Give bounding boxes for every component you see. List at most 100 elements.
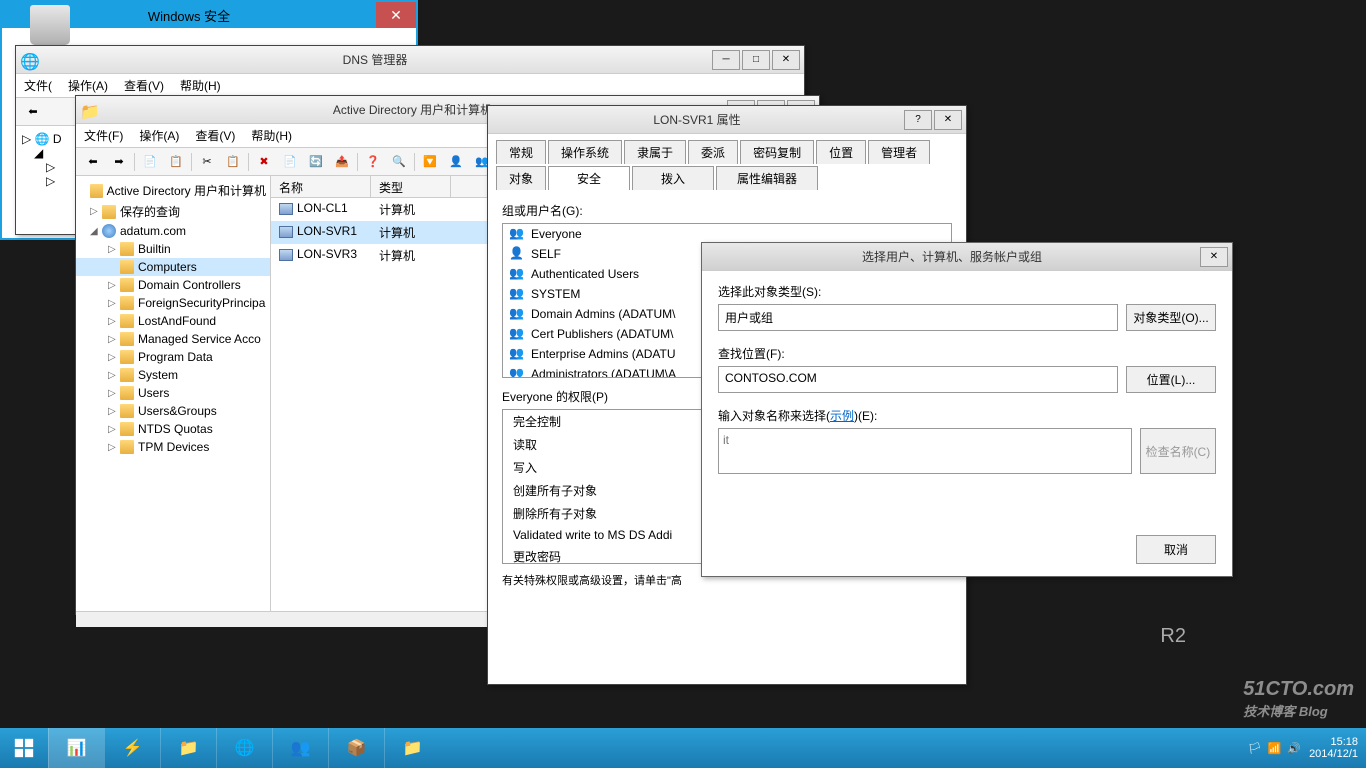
task-explorer[interactable]: 📁 bbox=[160, 728, 216, 768]
refresh-button[interactable]: 🔄 bbox=[304, 151, 328, 173]
user-button[interactable]: 👤 bbox=[444, 151, 468, 173]
task-dns[interactable]: 🌐 bbox=[216, 728, 272, 768]
props-button[interactable]: 📋 bbox=[164, 151, 188, 173]
task-app1[interactable]: 📦 bbox=[328, 728, 384, 768]
menu-view[interactable]: 查看(V) bbox=[195, 127, 235, 144]
cut-button[interactable]: ✂ bbox=[195, 151, 219, 173]
props-titlebar[interactable]: LON-SVR1 属性 ? ✕ bbox=[488, 106, 966, 134]
col-name[interactable]: 名称 bbox=[271, 176, 371, 197]
menu-file[interactable]: 文件( bbox=[24, 77, 52, 94]
tab-location[interactable]: 位置 bbox=[816, 140, 866, 164]
task-server-manager[interactable]: 📊 bbox=[48, 728, 104, 768]
props-tabs-row2: 对象 安全 拨入 属性编辑器 bbox=[488, 166, 966, 192]
taskbar: 📊 ⚡ 📁 🌐 👥 📦 📁 🏳 📶 🔊 15:18 2014/12/1 bbox=[0, 728, 1366, 768]
tree-ntds[interactable]: ▷NTDS Quotas bbox=[76, 420, 270, 438]
props-title: LON-SVR1 属性 bbox=[492, 111, 902, 128]
menu-file[interactable]: 文件(F) bbox=[84, 127, 123, 144]
tree-tpm[interactable]: ▷TPM Devices bbox=[76, 438, 270, 456]
tree-root[interactable]: Active Directory 用户和计算机 bbox=[76, 180, 270, 201]
tray-flag-icon[interactable]: 🏳 bbox=[1248, 742, 1262, 755]
filter-button[interactable]: 🔽 bbox=[418, 151, 442, 173]
copy-button[interactable]: 📋 bbox=[221, 151, 245, 173]
aduc-icon: 📁 bbox=[80, 102, 96, 118]
select-title: 选择用户、计算机、服务帐户或组 bbox=[706, 248, 1198, 265]
task-powershell[interactable]: ⚡ bbox=[104, 728, 160, 768]
aduc-tree[interactable]: Active Directory 用户和计算机 ▷保存的查询 ◢adatum.c… bbox=[76, 176, 271, 611]
location-input: CONTOSO.COM bbox=[718, 366, 1118, 393]
names-label: 输入对象名称来选择(示例)(E): bbox=[718, 407, 1216, 424]
tree-domain[interactable]: ◢adatum.com bbox=[76, 222, 270, 240]
start-button[interactable] bbox=[0, 728, 48, 768]
forward-button[interactable]: ➡ bbox=[107, 151, 131, 173]
help-button[interactable]: ? bbox=[904, 110, 932, 130]
computer-icon bbox=[279, 203, 293, 215]
check-names-button[interactable]: 检查名称(C) bbox=[1140, 428, 1216, 474]
tab-os[interactable]: 操作系统 bbox=[548, 140, 622, 164]
group-item[interactable]: 👥Everyone bbox=[503, 224, 951, 244]
groups-label: 组或用户名(G): bbox=[502, 202, 952, 219]
tab-security[interactable]: 安全 bbox=[548, 166, 630, 190]
maximize-button[interactable]: □ bbox=[742, 50, 770, 70]
location-button[interactable]: 位置(L)... bbox=[1126, 366, 1216, 393]
find-button[interactable]: 🔍 bbox=[387, 151, 411, 173]
task-app2[interactable]: 📁 bbox=[384, 728, 440, 768]
export-button[interactable]: 📤 bbox=[330, 151, 354, 173]
minimize-button[interactable]: ─ bbox=[712, 50, 740, 70]
dns-icon: 🌐 bbox=[20, 52, 36, 68]
menu-help[interactable]: 帮助(H) bbox=[251, 127, 292, 144]
location-label: 查找位置(F): bbox=[718, 345, 1216, 362]
names-input[interactable] bbox=[718, 428, 1132, 474]
delete-button[interactable]: ✖ bbox=[252, 151, 276, 173]
menu-action[interactable]: 操作(A) bbox=[68, 77, 108, 94]
recycle-bin-icon bbox=[30, 5, 70, 45]
new-button[interactable]: 📄 bbox=[138, 151, 162, 173]
tab-dialin[interactable]: 拨入 bbox=[632, 166, 714, 190]
tree-msa[interactable]: ▷Managed Service Acco bbox=[76, 330, 270, 348]
tab-attreditor[interactable]: 属性编辑器 bbox=[716, 166, 818, 190]
close-button[interactable]: ✕ bbox=[376, 2, 416, 28]
tree-progdata[interactable]: ▷Program Data bbox=[76, 348, 270, 366]
examples-link[interactable]: 示例 bbox=[830, 409, 854, 423]
computer-icon bbox=[279, 249, 293, 261]
tree-system[interactable]: ▷System bbox=[76, 366, 270, 384]
tab-managedby[interactable]: 管理者 bbox=[868, 140, 930, 164]
close-button[interactable]: ✕ bbox=[934, 110, 962, 130]
menu-view[interactable]: 查看(V) bbox=[124, 77, 164, 94]
back-button[interactable]: ⬅ bbox=[21, 101, 45, 123]
tab-delegation[interactable]: 委派 bbox=[688, 140, 738, 164]
tree-usersgroups[interactable]: ▷Users&Groups bbox=[76, 402, 270, 420]
obj-type-label: 选择此对象类型(S): bbox=[718, 283, 1216, 300]
system-tray[interactable]: 🏳 📶 🔊 15:18 2014/12/1 bbox=[1240, 736, 1366, 760]
select-titlebar[interactable]: 选择用户、计算机、服务帐户或组 ✕ bbox=[702, 243, 1232, 271]
tab-password[interactable]: 密码复制 bbox=[740, 140, 814, 164]
menu-help[interactable]: 帮助(H) bbox=[180, 77, 221, 94]
col-type[interactable]: 类型 bbox=[371, 176, 451, 197]
windows-icon bbox=[13, 737, 35, 759]
tree-saved-queries[interactable]: ▷保存的查询 bbox=[76, 201, 270, 222]
close-button[interactable]: ✕ bbox=[1200, 247, 1228, 267]
tray-volume-icon[interactable]: 🔊 bbox=[1287, 742, 1301, 755]
tree-computers[interactable]: Computers bbox=[76, 258, 270, 276]
menu-action[interactable]: 操作(A) bbox=[139, 127, 179, 144]
dns-title: DNS 管理器 bbox=[40, 51, 710, 68]
tree-users[interactable]: ▷Users bbox=[76, 384, 270, 402]
tree-lost[interactable]: ▷LostAndFound bbox=[76, 312, 270, 330]
dns-titlebar[interactable]: 🌐 DNS 管理器 ─ □ ✕ bbox=[16, 46, 804, 74]
tray-network-icon[interactable]: 📶 bbox=[1268, 742, 1282, 755]
tree-fsp[interactable]: ▷ForeignSecurityPrincipa bbox=[76, 294, 270, 312]
select-users-dialog: 选择用户、计算机、服务帐户或组 ✕ 选择此对象类型(S): 用户或组 对象类型(… bbox=[701, 242, 1233, 577]
cancel-button[interactable]: 取消 bbox=[1136, 535, 1216, 564]
close-button[interactable]: ✕ bbox=[772, 50, 800, 70]
tab-object[interactable]: 对象 bbox=[496, 166, 546, 190]
tab-general[interactable]: 常规 bbox=[496, 140, 546, 164]
tray-clock[interactable]: 15:18 2014/12/1 bbox=[1309, 736, 1358, 760]
tree-dc[interactable]: ▷Domain Controllers bbox=[76, 276, 270, 294]
watermark: 51CTO.com 技术博客 Blog bbox=[1243, 678, 1354, 720]
obj-type-button[interactable]: 对象类型(O)... bbox=[1126, 304, 1216, 331]
tree-builtin[interactable]: ▷Builtin bbox=[76, 240, 270, 258]
task-aduc[interactable]: 👥 bbox=[272, 728, 328, 768]
props2-button[interactable]: 📄 bbox=[278, 151, 302, 173]
back-button[interactable]: ⬅ bbox=[81, 151, 105, 173]
help-button[interactable]: ❓ bbox=[361, 151, 385, 173]
tab-memberof[interactable]: 隶属于 bbox=[624, 140, 686, 164]
